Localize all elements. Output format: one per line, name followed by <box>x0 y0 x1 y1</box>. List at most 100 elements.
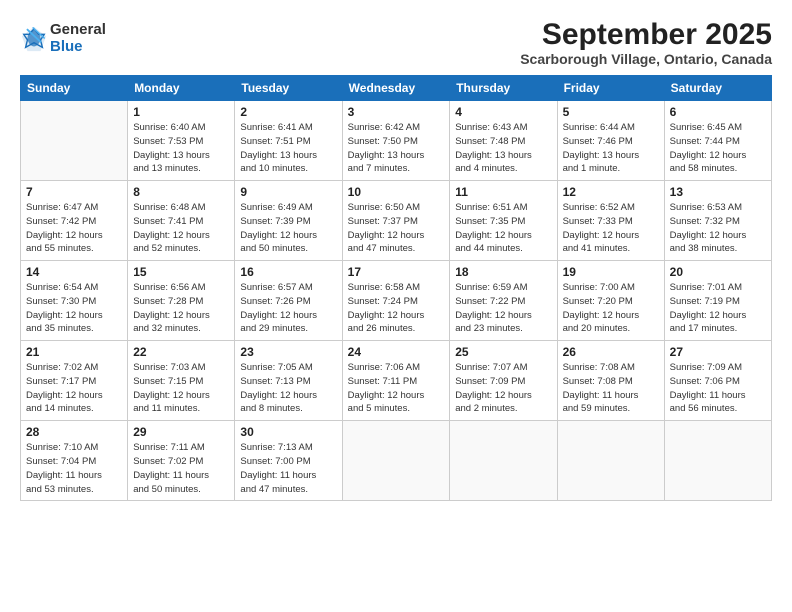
calendar-cell: 15Sunrise: 6:56 AMSunset: 7:28 PMDayligh… <box>128 261 235 341</box>
calendar-week-row: 1 Sunrise: 6:40 AMSunset: 7:53 PMDaylight… <box>21 101 772 181</box>
day-info: Sunrise: 7:07 AMSunset: 7:09 PMDaylight:… <box>455 361 551 416</box>
calendar-cell: 29Sunrise: 7:11 AMSunset: 7:02 PMDayligh… <box>128 421 235 501</box>
day-info: Sunrise: 6:48 AMSunset: 7:41 PMDaylight:… <box>133 201 229 256</box>
day-info: Sunrise: 7:03 AMSunset: 7:15 PMDaylight:… <box>133 361 229 416</box>
calendar-cell: 24Sunrise: 7:06 AMSunset: 7:11 PMDayligh… <box>342 341 450 421</box>
day-info: Sunrise: 7:13 AMSunset: 7:00 PMDaylight:… <box>240 441 336 496</box>
calendar-cell <box>450 421 557 501</box>
day-number: 10 <box>348 185 445 199</box>
weekday-header-tuesday: Tuesday <box>235 76 342 101</box>
calendar-cell <box>342 421 450 501</box>
calendar-cell: 17 Sunrise: 6:58 AMSunset: 7:24 PMDayligh… <box>342 261 450 341</box>
day-info: Sunrise: 6:41 AMSunset: 7:51 PMDaylight:… <box>240 121 336 176</box>
day-number: 22 <box>133 345 229 359</box>
day-info: Sunrise: 6:50 AMSunset: 7:37 PMDaylight:… <box>348 201 445 256</box>
weekday-header-wednesday: Wednesday <box>342 76 450 101</box>
day-info: Sunrise: 6:54 AMSunset: 7:30 PMDaylight:… <box>26 281 122 336</box>
calendar-cell: 11 Sunrise: 6:51 AMSunset: 7:35 PMDayligh… <box>450 181 557 261</box>
weekday-header-saturday: Saturday <box>664 76 771 101</box>
day-number: 13 <box>670 185 766 199</box>
calendar-cell: 1 Sunrise: 6:40 AMSunset: 7:53 PMDaylight… <box>128 101 235 181</box>
day-number: 16 <box>240 265 336 279</box>
calendar-cell: 7Sunrise: 6:47 AMSunset: 7:42 PMDaylight… <box>21 181 128 261</box>
day-info: Sunrise: 6:52 AMSunset: 7:33 PMDaylight:… <box>563 201 659 256</box>
day-number: 28 <box>26 425 122 439</box>
logo-text: General Blue <box>50 22 106 55</box>
day-number: 6 <box>670 105 766 119</box>
page: General Blue September 2025 Scarborough … <box>0 0 792 612</box>
day-info: Sunrise: 7:05 AMSunset: 7:13 PMDaylight:… <box>240 361 336 416</box>
calendar-cell: 5 Sunrise: 6:44 AMSunset: 7:46 PMDaylight… <box>557 101 664 181</box>
logo: General Blue <box>20 22 106 55</box>
day-info: Sunrise: 7:02 AMSunset: 7:17 PMDaylight:… <box>26 361 122 416</box>
day-number: 20 <box>670 265 766 279</box>
day-info: Sunrise: 6:49 AMSunset: 7:39 PMDaylight:… <box>240 201 336 256</box>
day-number: 1 <box>133 105 229 119</box>
day-number: 18 <box>455 265 551 279</box>
day-info: Sunrise: 6:51 AMSunset: 7:35 PMDaylight:… <box>455 201 551 256</box>
day-info: Sunrise: 6:59 AMSunset: 7:22 PMDaylight:… <box>455 281 551 336</box>
day-info: Sunrise: 7:09 AMSunset: 7:06 PMDaylight:… <box>670 361 766 416</box>
day-number: 14 <box>26 265 122 279</box>
calendar-cell: 16Sunrise: 6:57 AMSunset: 7:26 PMDayligh… <box>235 261 342 341</box>
day-number: 9 <box>240 185 336 199</box>
weekday-header-friday: Friday <box>557 76 664 101</box>
header: General Blue September 2025 Scarborough … <box>20 18 772 67</box>
day-info: Sunrise: 6:44 AMSunset: 7:46 PMDaylight:… <box>563 121 659 176</box>
calendar-cell: 6 Sunrise: 6:45 AMSunset: 7:44 PMDaylight… <box>664 101 771 181</box>
calendar-cell: 26Sunrise: 7:08 AMSunset: 7:08 PMDayligh… <box>557 341 664 421</box>
day-info: Sunrise: 6:43 AMSunset: 7:48 PMDaylight:… <box>455 121 551 176</box>
day-info: Sunrise: 6:47 AMSunset: 7:42 PMDaylight:… <box>26 201 122 256</box>
calendar-cell: 30Sunrise: 7:13 AMSunset: 7:00 PMDayligh… <box>235 421 342 501</box>
calendar-cell: 14 Sunrise: 6:54 AMSunset: 7:30 PMDayligh… <box>21 261 128 341</box>
day-number: 11 <box>455 185 551 199</box>
calendar-cell: 8 Sunrise: 6:48 AMSunset: 7:41 PMDaylight… <box>128 181 235 261</box>
calendar-cell: 23 Sunrise: 7:05 AMSunset: 7:13 PMDayligh… <box>235 341 342 421</box>
day-number: 21 <box>26 345 122 359</box>
calendar-cell: 13 Sunrise: 6:53 AMSunset: 7:32 PMDayligh… <box>664 181 771 261</box>
calendar-cell: 4 Sunrise: 6:43 AMSunset: 7:48 PMDaylight… <box>450 101 557 181</box>
weekday-header-sunday: Sunday <box>21 76 128 101</box>
day-info: Sunrise: 6:56 AMSunset: 7:28 PMDaylight:… <box>133 281 229 336</box>
day-number: 17 <box>348 265 445 279</box>
day-info: Sunrise: 6:42 AMSunset: 7:50 PMDaylight:… <box>348 121 445 176</box>
day-info: Sunrise: 6:40 AMSunset: 7:53 PMDaylight:… <box>133 121 229 176</box>
day-number: 5 <box>563 105 659 119</box>
calendar-cell: 12 Sunrise: 6:52 AMSunset: 7:33 PMDayligh… <box>557 181 664 261</box>
day-info: Sunrise: 6:45 AMSunset: 7:44 PMDaylight:… <box>670 121 766 176</box>
calendar-cell: 2 Sunrise: 6:41 AMSunset: 7:51 PMDaylight… <box>235 101 342 181</box>
day-number: 23 <box>240 345 336 359</box>
calendar-cell: 22 Sunrise: 7:03 AMSunset: 7:15 PMDayligh… <box>128 341 235 421</box>
weekday-header-thursday: Thursday <box>450 76 557 101</box>
day-number: 3 <box>348 105 445 119</box>
calendar-week-row: 21 Sunrise: 7:02 AMSunset: 7:17 PMDayligh… <box>21 341 772 421</box>
calendar-cell <box>21 101 128 181</box>
logo-general-text: General <box>50 22 106 39</box>
calendar-cell <box>664 421 771 501</box>
day-info: Sunrise: 7:00 AMSunset: 7:20 PMDaylight:… <box>563 281 659 336</box>
day-number: 4 <box>455 105 551 119</box>
day-info: Sunrise: 7:01 AMSunset: 7:19 PMDaylight:… <box>670 281 766 336</box>
day-number: 8 <box>133 185 229 199</box>
calendar-cell <box>557 421 664 501</box>
weekday-header-monday: Monday <box>128 76 235 101</box>
day-number: 25 <box>455 345 551 359</box>
calendar-cell: 20 Sunrise: 7:01 AMSunset: 7:19 PMDayligh… <box>664 261 771 341</box>
calendar-week-row: 28Sunrise: 7:10 AMSunset: 7:04 PMDayligh… <box>21 421 772 501</box>
calendar-cell: 28Sunrise: 7:10 AMSunset: 7:04 PMDayligh… <box>21 421 128 501</box>
calendar-cell: 27 Sunrise: 7:09 AMSunset: 7:06 PMDayligh… <box>664 341 771 421</box>
logo-blue-text: Blue <box>50 39 106 56</box>
logo-icon <box>20 25 48 53</box>
calendar-cell: 21 Sunrise: 7:02 AMSunset: 7:17 PMDayligh… <box>21 341 128 421</box>
day-number: 27 <box>670 345 766 359</box>
day-info: Sunrise: 6:58 AMSunset: 7:24 PMDaylight:… <box>348 281 445 336</box>
calendar-cell: 18 Sunrise: 6:59 AMSunset: 7:22 PMDayligh… <box>450 261 557 341</box>
day-number: 2 <box>240 105 336 119</box>
day-number: 12 <box>563 185 659 199</box>
calendar-week-row: 7Sunrise: 6:47 AMSunset: 7:42 PMDaylight… <box>21 181 772 261</box>
day-info: Sunrise: 6:53 AMSunset: 7:32 PMDaylight:… <box>670 201 766 256</box>
day-info: Sunrise: 7:08 AMSunset: 7:08 PMDaylight:… <box>563 361 659 416</box>
day-number: 29 <box>133 425 229 439</box>
day-number: 24 <box>348 345 445 359</box>
month-title: September 2025 <box>520 18 772 51</box>
